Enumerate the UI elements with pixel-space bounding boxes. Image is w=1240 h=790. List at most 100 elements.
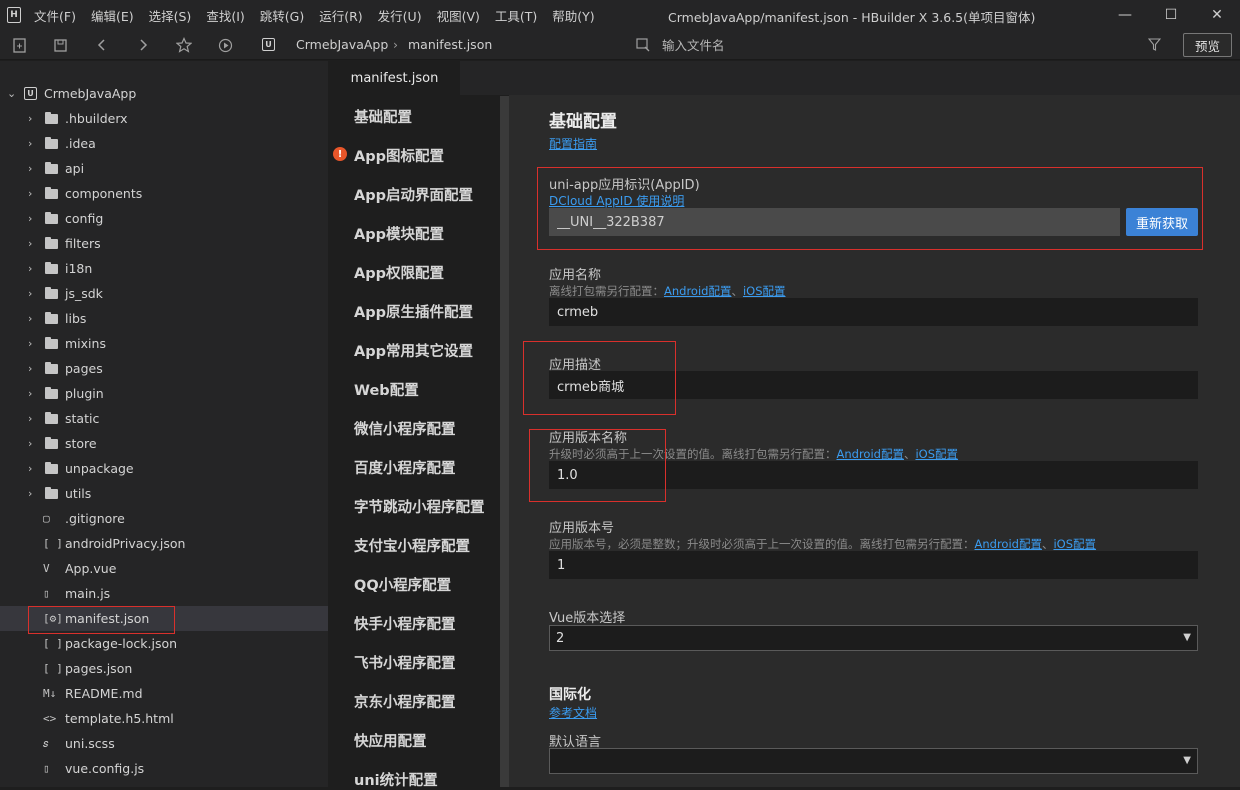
android-config-link[interactable]: Android配置 [975, 537, 1042, 551]
menu-help[interactable]: 帮助(Y) [552, 6, 594, 25]
folder-icon [45, 187, 58, 199]
menu-find[interactable]: 查找(I) [206, 6, 244, 25]
tree-label: vue.config.js [65, 761, 145, 776]
tree-label: pages.json [65, 661, 133, 676]
tree-folder[interactable]: › libs [0, 306, 328, 331]
tree-folder[interactable]: › config [0, 206, 328, 231]
tree-file[interactable]: [⚙] manifest.json [0, 606, 328, 631]
tree-file[interactable]: [ ] pages.json [0, 656, 328, 681]
vue-version-select[interactable]: 2 ▼ [549, 625, 1198, 651]
minimize-icon[interactable]: — [1102, 0, 1148, 30]
tab-manifest[interactable]: manifest.json [329, 61, 460, 95]
tree-folder[interactable]: › mixins [0, 331, 328, 356]
ios-config-link[interactable]: iOS配置 [1053, 537, 1096, 551]
tree-folder[interactable]: › unpackage [0, 456, 328, 481]
star-icon[interactable] [174, 35, 194, 55]
nav-item[interactable]: 支付宝小程序配置 [354, 535, 470, 556]
nav-item[interactable]: 京东小程序配置 [354, 691, 456, 712]
tree-folder[interactable]: › filters [0, 231, 328, 256]
menu-file[interactable]: 文件(F) [34, 6, 76, 25]
nav-scrollbar[interactable] [500, 96, 509, 787]
ios-config-link[interactable]: iOS配置 [915, 447, 958, 461]
nav-item[interactable]: QQ小程序配置 [354, 574, 451, 595]
nav-item[interactable]: App权限配置 [354, 262, 444, 283]
filter-icon[interactable] [1148, 38, 1161, 51]
nav-item[interactable]: App模块配置 [354, 223, 444, 244]
breadcrumb-separator: › [393, 37, 398, 52]
forward-icon[interactable] [133, 35, 153, 55]
nav-item[interactable]: 字节跳动小程序配置 [354, 496, 485, 517]
tree-folder[interactable]: › i18n [0, 256, 328, 281]
version-code-input[interactable] [549, 551, 1198, 579]
tree-folder[interactable]: › plugin [0, 381, 328, 406]
default-lang-select[interactable]: ▼ [549, 748, 1198, 774]
config-guide-link[interactable]: 配置指南 [549, 135, 597, 152]
nav-item[interactable]: App图标配置 [354, 145, 444, 166]
breadcrumb-project[interactable]: CrmebJavaApp [296, 37, 388, 52]
tree-root[interactable]: ⌄ U CrmebJavaApp [0, 81, 328, 106]
back-icon[interactable] [92, 35, 112, 55]
breadcrumb-file[interactable]: manifest.json [408, 37, 492, 52]
tree-folder[interactable]: › utils [0, 481, 328, 506]
chevron-right-icon: › [28, 162, 33, 175]
app-name-input[interactable] [549, 298, 1198, 326]
tree-folder[interactable]: › .hbuilderx [0, 106, 328, 131]
new-file-icon[interactable] [9, 35, 29, 55]
tree-file[interactable]: V App.vue [0, 556, 328, 581]
i18n-doc-link[interactable]: 参考文档 [549, 704, 597, 721]
menu-tools[interactable]: 工具(T) [495, 6, 537, 25]
version-name-input[interactable] [549, 461, 1198, 489]
tree-file[interactable]: [ ] androidPrivacy.json [0, 531, 328, 556]
nav-item[interactable]: App启动界面配置 [354, 184, 473, 205]
tree-folder[interactable]: › pages [0, 356, 328, 381]
tree-folder[interactable]: › static [0, 406, 328, 431]
nav-item[interactable]: 基础配置 [354, 106, 412, 127]
menu-select[interactable]: 选择(S) [149, 6, 192, 25]
tree-file[interactable]: [ ] package-lock.json [0, 631, 328, 656]
tree-folder[interactable]: › store [0, 431, 328, 456]
tree-folder[interactable]: › components [0, 181, 328, 206]
nav-item[interactable]: App原生插件配置 [354, 301, 473, 322]
tree-folder[interactable]: › api [0, 156, 328, 181]
nav-item[interactable]: 微信小程序配置 [354, 418, 456, 439]
tree-file[interactable]: 𝑠 uni.scss [0, 731, 328, 756]
menu-edit[interactable]: 编辑(E) [91, 6, 134, 25]
appid-help-link[interactable]: DCloud AppID 使用说明 [549, 192, 684, 209]
file-search-input[interactable] [662, 34, 1142, 56]
menu-publish[interactable]: 发行(U) [378, 6, 422, 25]
dropdown-arrow-icon: ▼ [1183, 755, 1191, 766]
menu-goto[interactable]: 跳转(G) [260, 6, 304, 25]
tree-file[interactable]: <> template.h5.html [0, 706, 328, 731]
nav-item[interactable]: App常用其它设置 [354, 340, 473, 361]
tree-folder[interactable]: › js_sdk [0, 281, 328, 306]
run-icon[interactable] [215, 35, 235, 55]
save-icon[interactable] [50, 35, 70, 55]
nav-item[interactable]: 百度小程序配置 [354, 457, 456, 478]
nav-item[interactable]: 飞书小程序配置 [354, 652, 456, 673]
preview-button[interactable]: 预览 [1183, 33, 1232, 57]
android-config-link[interactable]: Android配置 [837, 447, 904, 461]
tree-label: App.vue [65, 561, 117, 576]
nav-item[interactable]: 快应用配置 [354, 730, 427, 751]
refresh-appid-button[interactable]: 重新获取 [1126, 208, 1198, 236]
app-desc-input[interactable] [549, 371, 1198, 399]
tree-file[interactable]: ▯ vue.config.js [0, 756, 328, 781]
close-icon[interactable]: ✕ [1194, 0, 1240, 30]
nav-item[interactable]: 快手小程序配置 [354, 613, 456, 634]
tree-folder[interactable]: › .idea [0, 131, 328, 156]
tree-label: components [65, 186, 143, 201]
android-config-link[interactable]: Android配置 [664, 284, 731, 298]
tree-file[interactable]: ▯ main.js [0, 581, 328, 606]
tree-label: main.js [65, 586, 111, 601]
chevron-right-icon: › [28, 287, 33, 300]
appid-input[interactable] [549, 208, 1120, 236]
maximize-icon[interactable]: ☐ [1148, 0, 1194, 30]
tree-file[interactable]: ▢ .gitignore [0, 506, 328, 531]
menu-view[interactable]: 视图(V) [437, 6, 480, 25]
chevron-right-icon: › [28, 212, 33, 225]
tree-file[interactable]: M↓ README.md [0, 681, 328, 706]
nav-item[interactable]: Web配置 [354, 379, 419, 400]
ios-config-link[interactable]: iOS配置 [743, 284, 786, 298]
menu-run[interactable]: 运行(R) [319, 6, 362, 25]
chevron-right-icon: › [28, 137, 33, 150]
